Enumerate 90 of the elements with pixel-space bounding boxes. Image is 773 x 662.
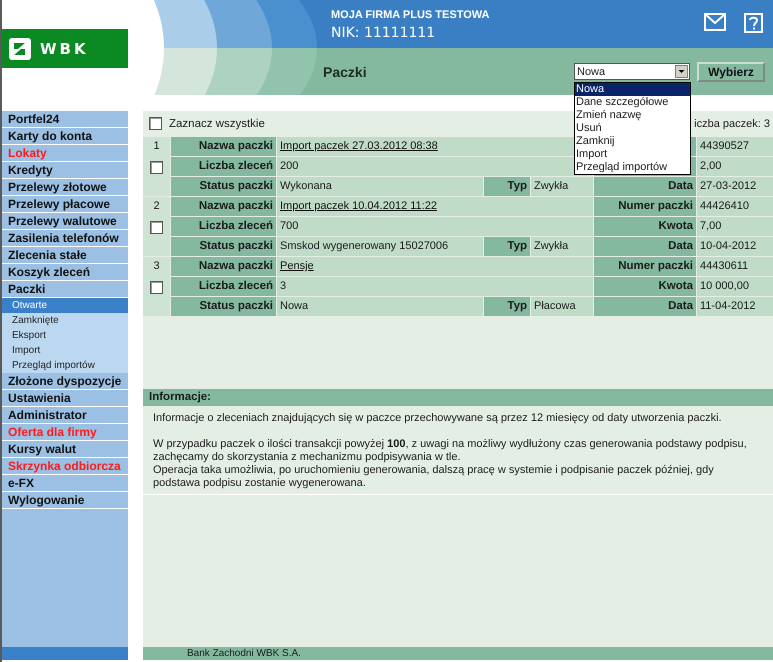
field-value: 10 000,00	[697, 277, 773, 296]
field-value: 10-04-2012	[697, 237, 773, 256]
field-label: Data	[594, 177, 696, 196]
sidebar-subitem[interactable]: Przegląd importów	[2, 358, 128, 373]
action-dropdown[interactable]: Nowa	[574, 63, 690, 80]
dropdown-option[interactable]: Nowa	[575, 83, 690, 96]
sidebar-subitem[interactable]: Otwarte	[2, 298, 128, 313]
dropdown-option[interactable]: Usuń	[575, 122, 690, 135]
choose-button[interactable]: Wybierz	[697, 62, 765, 82]
tax-id: NIK: 11111111	[331, 25, 436, 41]
sidebar-item[interactable]: Przelewy walutowe	[2, 213, 128, 230]
field-value: Zwykła	[531, 177, 593, 196]
package-name-link[interactable]: Import paczek 27.03.2012 08:38	[280, 140, 438, 152]
field-value: 7,00	[697, 217, 773, 236]
field-label: Status paczki	[171, 237, 276, 256]
field-label: Liczba zleceń	[171, 157, 276, 176]
field-value: 44426410	[697, 197, 773, 216]
sidebar-item[interactable]: Koszyk zleceń	[2, 264, 128, 281]
field-label: Numer paczki	[594, 197, 696, 216]
field-label: Liczba zleceń	[171, 277, 276, 296]
package-name-link[interactable]: Import paczek 10.04.2012 11:22	[280, 200, 437, 212]
company-name: MOJA FIRMA PLUS TESTOWA	[331, 9, 490, 21]
sidebar-item[interactable]: Wylogowanie	[2, 492, 128, 509]
field-value: 44390527	[697, 137, 773, 156]
info-paragraph: Informacje o zleceniach znajdujących się w paczce przechowywane są przez 12 miesięcy od daty utworzenia paczki.	[153, 412, 723, 425]
field-value: Płacowa	[531, 297, 593, 316]
select-all-label: Zaznacz wszystkie	[169, 118, 265, 130]
mail-icon[interactable]	[704, 13, 726, 31]
checkbox[interactable]	[149, 117, 162, 130]
row-number: 1	[153, 140, 160, 152]
dropdown-option[interactable]: Import	[575, 148, 690, 161]
field-label: Status paczki	[171, 297, 276, 316]
checkbox[interactable]	[150, 221, 163, 234]
field-label: Typ	[484, 237, 530, 256]
package-name-link[interactable]: Pensje	[280, 260, 314, 272]
help-icon[interactable]	[744, 13, 763, 33]
sidebar-item[interactable]: Karty do konta	[2, 128, 128, 145]
checkbox[interactable]	[150, 281, 163, 294]
dropdown-option[interactable]: Zamknij	[575, 135, 690, 148]
field-label: Data	[594, 237, 696, 256]
sidebar-item[interactable]: Administrator	[2, 407, 128, 424]
field-value: 3	[277, 277, 593, 296]
info-paragraph: Operacja taka umożliwia, po uruchomieniu generowania, dalszą pracę w systemie i podpisanie paczek później, gdy podstawa podpisu zostanie wygenerowana.	[153, 464, 715, 490]
info-paragraph: W przypadku paczek o ilości transakcji powyżej 100, z uwagi na możliwy wydłużony czas generowania podstawy podpisu, zachęcamy do skorzystania z mechanizmu podpisywania w tle.	[153, 438, 748, 464]
field-value: 44430611	[697, 257, 773, 276]
field-label: Typ	[484, 297, 530, 316]
dropdown-option[interactable]: Zmień nazwę	[575, 109, 690, 122]
field-value: 2,00	[697, 157, 773, 176]
field-label: Kwota	[594, 217, 696, 236]
field-label: Typ	[484, 177, 530, 196]
sidebar-item[interactable]: Złożone dyspozycje	[2, 373, 128, 390]
sidebar-item[interactable]: Kursy walut	[2, 441, 128, 458]
field-label: Data	[594, 297, 696, 316]
logo-mark-icon	[8, 36, 32, 60]
field-value: 700	[277, 217, 593, 236]
dropdown-option[interactable]: Dane szczegółowe	[575, 96, 690, 109]
field-value: Nowa	[277, 297, 483, 316]
field-label: Liczba zleceń	[171, 217, 276, 236]
field-label: Kwota	[594, 277, 696, 296]
field-label: Status paczki	[171, 177, 276, 196]
field-value: 27-03-2012	[697, 177, 773, 196]
sidebar-subitem[interactable]: Zamknięte	[2, 313, 128, 328]
sidebar-subitem[interactable]: Eksport	[2, 328, 128, 343]
info-heading: Informacje:	[143, 389, 773, 406]
field-label: Nazwa paczki	[171, 137, 276, 156]
sidebar-subitem[interactable]: Import	[2, 343, 128, 358]
dropdown-caret-icon	[675, 65, 688, 78]
field-label: Nazwa paczki	[171, 257, 276, 276]
page-title: Paczki	[323, 64, 368, 80]
field-label: Nazwa paczki	[171, 197, 276, 216]
sidebar-item[interactable]: Zlecenia stałe	[2, 247, 128, 264]
field-value: 11-04-2012	[697, 297, 773, 316]
sidebar-item[interactable]: Kredyty	[2, 162, 128, 179]
checkbox[interactable]	[150, 161, 163, 174]
sidebar-item[interactable]: Zasilenia telefonów	[2, 230, 128, 247]
sidebar-item[interactable]: e-FX	[2, 475, 128, 492]
package-count: iczba paczek: 3	[693, 118, 770, 130]
logo-text: WBK	[40, 40, 89, 58]
field-label: Numer paczki	[594, 257, 696, 276]
field-value: Smskod wygenerowany 15027006	[277, 237, 483, 256]
sidebar-item[interactable]: Portfel24	[2, 111, 128, 128]
sidebar-item[interactable]: Przelewy płacowe	[2, 196, 128, 213]
row-number: 3	[153, 260, 160, 272]
row-number: 2	[153, 200, 160, 212]
footer-text: Bank Zachodni WBK S.A.	[187, 648, 301, 659]
field-value: Wykonana	[277, 177, 483, 196]
sidebar-item[interactable]: Ustawienia	[2, 390, 128, 407]
dropdown-option[interactable]: Przegląd importów	[575, 161, 690, 174]
field-value: Zwykła	[531, 237, 593, 256]
sidebar-item[interactable]: Przelewy złotowe	[2, 179, 128, 196]
